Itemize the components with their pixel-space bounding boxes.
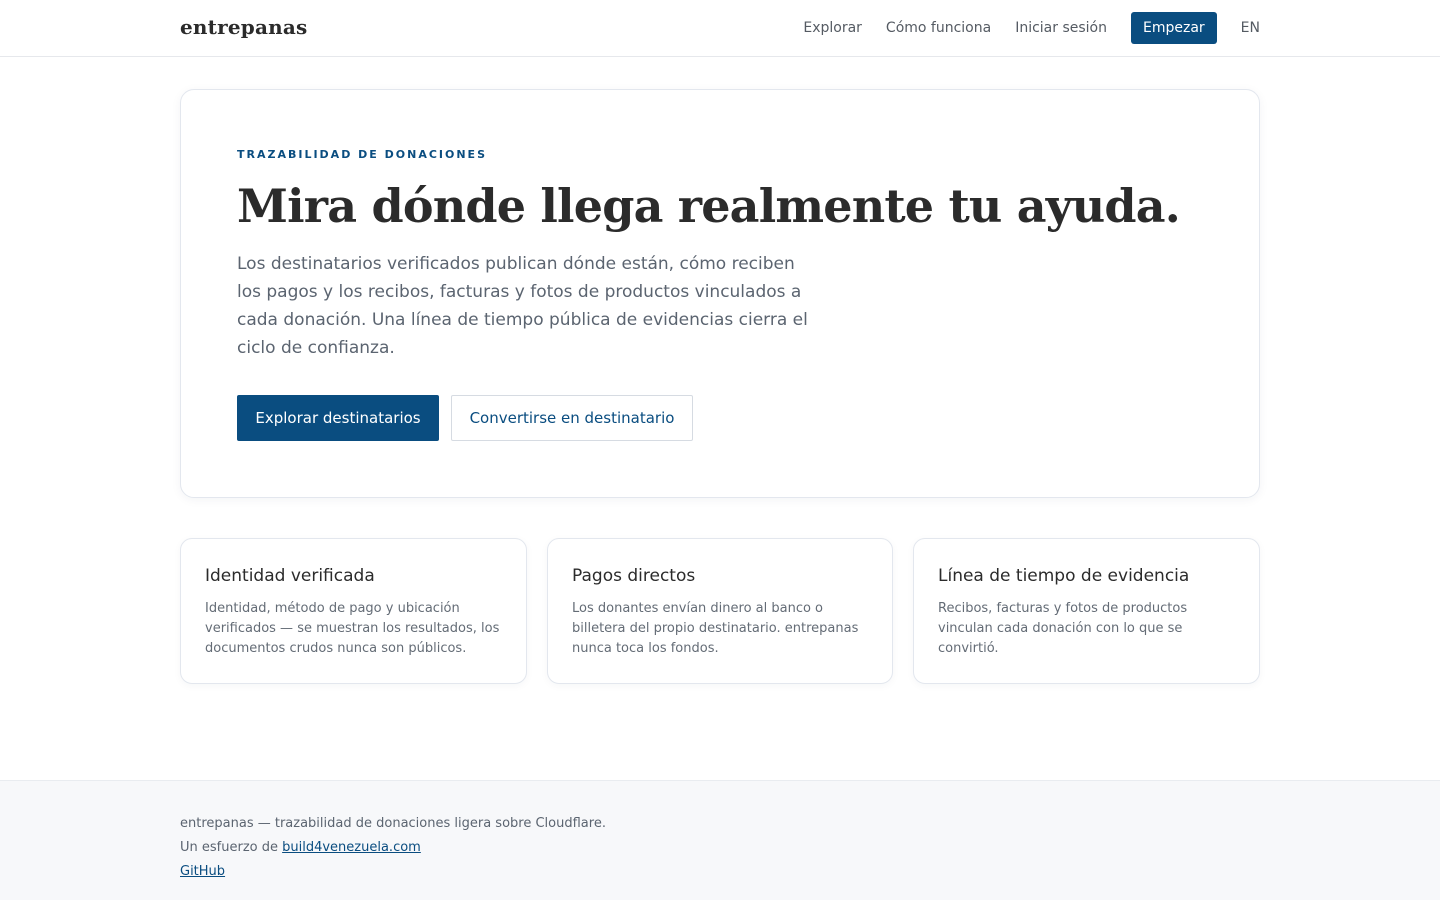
main-nav: Explorar Cómo funciona Iniciar sesión Em…: [803, 12, 1260, 44]
language-switch-link[interactable]: EN: [1241, 20, 1260, 36]
feature-description: Identidad, método de pago y ubicación ve…: [205, 601, 500, 656]
nav-link-how-it-works[interactable]: Cómo funciona: [886, 20, 991, 36]
feature-card-verified-identity: Identidad verificada Identidad, método d…: [180, 538, 527, 684]
build4venezuela-link[interactable]: build4venezuela.com: [282, 840, 421, 855]
hero-card: TRAZABILIDAD DE DONACIONES Mira dónde ll…: [180, 89, 1260, 498]
footer-effort-line: Un esfuerzo de build4venezuela.com: [180, 840, 421, 855]
hero-eyebrow: TRAZABILIDAD DE DONACIONES: [237, 148, 487, 161]
footer-effort-prefix: Un esfuerzo de: [180, 840, 278, 855]
github-link[interactable]: GitHub: [180, 864, 225, 879]
feature-description: Recibos, facturas y fotos de productos v…: [938, 601, 1188, 656]
feature-title: Identidad verificada: [205, 566, 375, 586]
feature-card-direct-payments: Pagos directos Los donantes envían diner…: [547, 538, 893, 684]
footer-tagline: entrepanas — trazabilidad de donaciones …: [180, 816, 606, 831]
site-footer: entrepanas — trazabilidad de donaciones …: [0, 780, 1440, 900]
get-started-button[interactable]: Empezar: [1131, 12, 1217, 44]
become-recipient-button[interactable]: Convertirse en destinatario: [451, 395, 693, 441]
nav-link-sign-in[interactable]: Iniciar sesión: [1015, 20, 1107, 36]
top-navigation-bar: entrepanas Explorar Cómo funciona Inicia…: [0, 0, 1440, 57]
feature-title: Pagos directos: [572, 566, 696, 586]
feature-card-evidence-timeline: Línea de tiempo de evidencia Recibos, fa…: [913, 538, 1260, 684]
explore-recipients-button[interactable]: Explorar destinatarios: [237, 395, 439, 441]
footer-github-line: GitHub: [180, 864, 225, 879]
hero-headline: Mira dónde llega realmente tu ayuda.: [237, 179, 1181, 233]
hero-description: Los destinatarios verificados publican d…: [237, 254, 808, 358]
brand-logo-link[interactable]: entrepanas: [180, 15, 307, 39]
feature-title: Línea de tiempo de evidencia: [938, 566, 1190, 586]
feature-description: Los donantes envían dinero al banco o bi…: [572, 601, 859, 656]
nav-link-explore[interactable]: Explorar: [803, 20, 862, 36]
